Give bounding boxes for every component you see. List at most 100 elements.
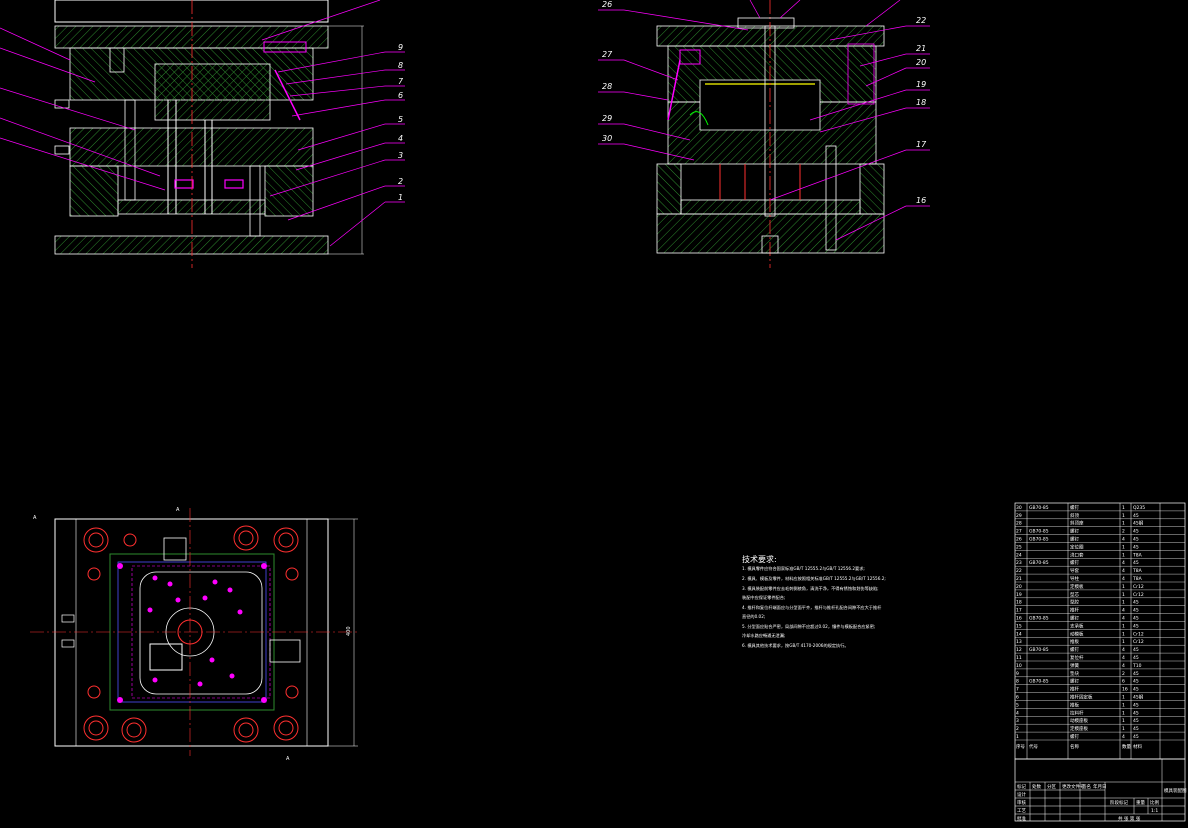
table-header-cell: 材料	[1133, 743, 1142, 750]
table-cell: GB70-85	[1029, 560, 1049, 566]
table-cell: 14	[1016, 631, 1022, 637]
table-cell: 45	[1133, 647, 1139, 653]
table-cell: 45	[1133, 702, 1139, 708]
title-block: 标记 处数 分区 更改文件号 签名 年月日 设计 审核 工艺 批准 阶段标记 重…	[1014, 758, 1187, 822]
table-header-cell: 序号	[1016, 743, 1025, 750]
table-cell: 45	[1133, 623, 1139, 629]
part-label-20: 20	[916, 58, 926, 67]
table-cell: Cr12	[1133, 631, 1144, 637]
parts-list-table: 30 GB70-85 螺钉 1 Q23529 斜顶 1 4528 斜顶座 1 45钢27 GB70-8…	[1014, 502, 1186, 760]
table-cell: 30	[1016, 505, 1022, 511]
section-marker-a-top: A	[176, 507, 180, 513]
part-label-29: 29	[602, 114, 612, 123]
table-cell: GB70-85	[1029, 529, 1049, 535]
table-cell: 定模板	[1070, 583, 1084, 590]
tb-check: 审核	[1017, 799, 1026, 806]
part-label-7: 7	[398, 77, 404, 86]
table-cell: 1	[1122, 631, 1125, 637]
part-label-4: 4	[398, 134, 403, 143]
table-cell: T10	[1132, 663, 1142, 669]
table-cell: 1	[1122, 726, 1125, 732]
tb-sheet: 共 张 第 张	[1118, 815, 1141, 822]
table-cell: 1	[1122, 623, 1125, 629]
table-header-cell: 数量	[1122, 743, 1131, 750]
table-cell: 螺钉	[1070, 536, 1079, 543]
table-cell: 45	[1133, 718, 1139, 724]
part-label-26: 26	[602, 0, 612, 9]
table-cell: GB70-85	[1029, 647, 1049, 653]
note-line: 6. 模具其他技术要求，按GB/T 4170-2006的规定执行。	[742, 642, 849, 649]
table-cell: 5	[1016, 702, 1019, 708]
table-cell: 1	[1122, 702, 1125, 708]
part-label-8: 8	[398, 61, 403, 70]
table-cell: 45钢	[1133, 520, 1144, 527]
table-cell: 螺钉	[1070, 733, 1079, 740]
table-cell: 9	[1016, 671, 1019, 677]
table-cell: 螺钉	[1070, 559, 1079, 566]
table-cell: 定位圈	[1070, 543, 1084, 550]
table-cell: 4	[1122, 576, 1125, 582]
table-cell: 3	[1016, 718, 1019, 724]
tb-stage: 阶段标记	[1110, 799, 1128, 806]
table-cell: 1	[1122, 718, 1125, 724]
table-cell: 垫块	[1070, 670, 1079, 677]
table-cell: 推板	[1070, 701, 1079, 708]
tb-weight: 重量	[1136, 799, 1145, 806]
table-cell: 1	[1122, 639, 1125, 645]
table-cell: 18	[1016, 600, 1022, 606]
table-cell: 7	[1016, 687, 1019, 693]
table-cell: 45	[1133, 710, 1139, 716]
table-cell: 45	[1133, 655, 1139, 661]
table-cell: 10	[1016, 663, 1022, 669]
table-cell: 推板	[1070, 638, 1079, 645]
tb-scale-value: 1:1	[1151, 808, 1158, 814]
table-cell: 动模板	[1070, 630, 1084, 637]
table-cell: 4	[1122, 663, 1125, 669]
table-cell: 45	[1133, 608, 1139, 614]
table-cell: 23	[1016, 560, 1022, 566]
table-cell: GB70-85	[1029, 537, 1049, 543]
tb-sign: 签名	[1082, 783, 1091, 790]
table-cell: 4	[1122, 608, 1125, 614]
cad-drawing-canvas: 9 8 7 6 5 4 3 2 1 26 27 28 29 30 22 21 2…	[0, 0, 1187, 822]
tb-drawing-name: 模具装配图	[1164, 787, 1187, 794]
table-cell: 19	[1016, 592, 1022, 598]
table-cell: Cr12	[1133, 592, 1144, 598]
table-cell: 型腔	[1070, 599, 1079, 606]
table-cell: 4	[1122, 560, 1125, 566]
part-label-3: 3	[398, 151, 403, 160]
table-cell: 支承板	[1070, 622, 1084, 629]
note-line: 冷却水路应畅通无泄漏;	[742, 632, 785, 639]
table-cell: 1	[1122, 521, 1125, 527]
part-label-28: 28	[602, 82, 612, 91]
table-cell: GB70-85	[1029, 505, 1049, 511]
table-cell: 17	[1016, 608, 1022, 614]
table-cell: 定模座板	[1070, 725, 1088, 732]
table-cell: 4	[1122, 537, 1125, 543]
table-cell: 弹簧	[1070, 662, 1079, 669]
table-cell: 21	[1016, 576, 1022, 582]
table-cell: 6	[1122, 679, 1125, 685]
table-cell: 16	[1016, 616, 1022, 622]
section-marker-a-bottom: A	[286, 756, 290, 762]
table-cell: 4	[1122, 647, 1125, 653]
table-cell: T8A	[1132, 576, 1143, 582]
part-label-22: 22	[916, 16, 926, 25]
table-cell: 45	[1133, 616, 1139, 622]
table-cell: 推杆固定板	[1070, 694, 1093, 701]
table-cell: 1	[1122, 513, 1125, 519]
note-line: 装配中应保证零件配合;	[742, 594, 785, 601]
table-cell: 12	[1016, 647, 1022, 653]
notes-title: 技术要求:	[742, 554, 777, 564]
table-cell: 推杆	[1070, 686, 1079, 693]
plan-dimension-vertical: 400	[346, 626, 352, 636]
table-cell: Q235	[1133, 505, 1145, 511]
table-cell: 1	[1122, 505, 1125, 511]
part-label-5: 5	[398, 115, 403, 124]
table-cell: Cr12	[1133, 584, 1144, 590]
part-label-18: 18	[916, 98, 926, 107]
technical-notes: 技术要求: 1. 模具零件应符合国家标准GB/T 12555.2与GB/T 12…	[742, 554, 886, 649]
left-section-view: 9 8 7 6 5 4 3 2 1	[0, 0, 405, 268]
tb-zone: 分区	[1047, 783, 1056, 790]
note-line: 1. 模具零件应符合国家标准GB/T 12555.2与GB/T 12556.2要…	[742, 565, 865, 572]
